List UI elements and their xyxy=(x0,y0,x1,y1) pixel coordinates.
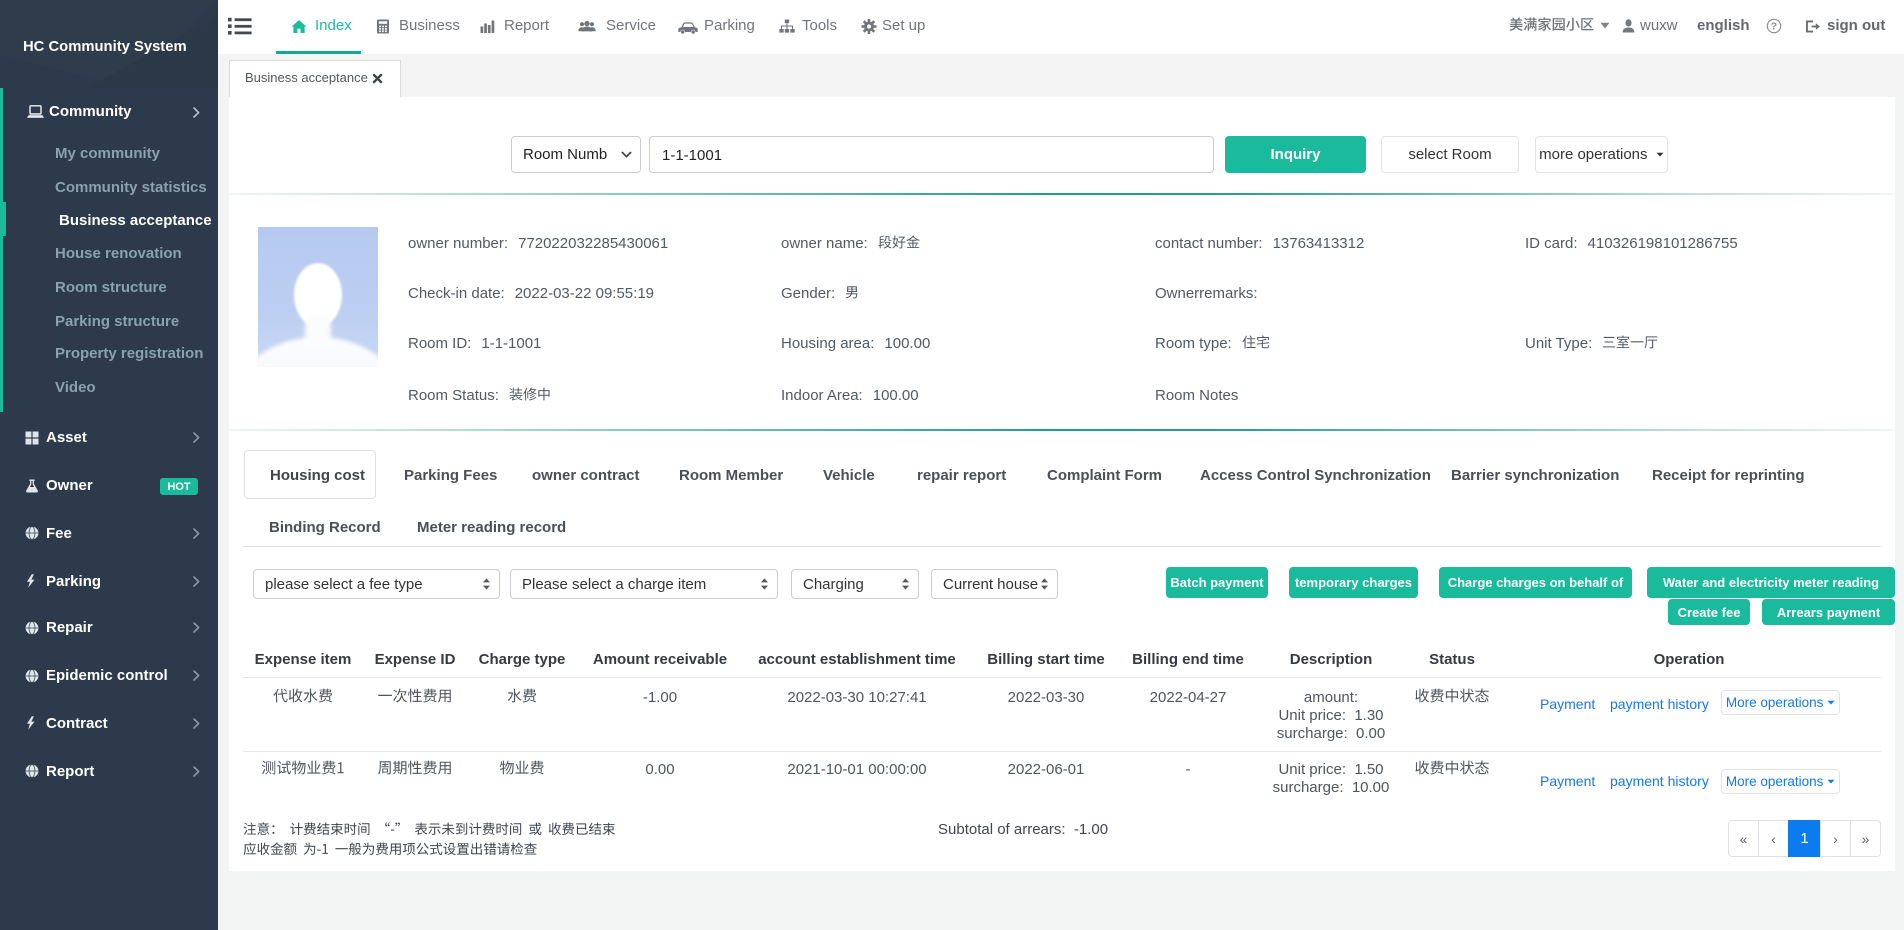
svg-text:?: ? xyxy=(1771,20,1777,32)
